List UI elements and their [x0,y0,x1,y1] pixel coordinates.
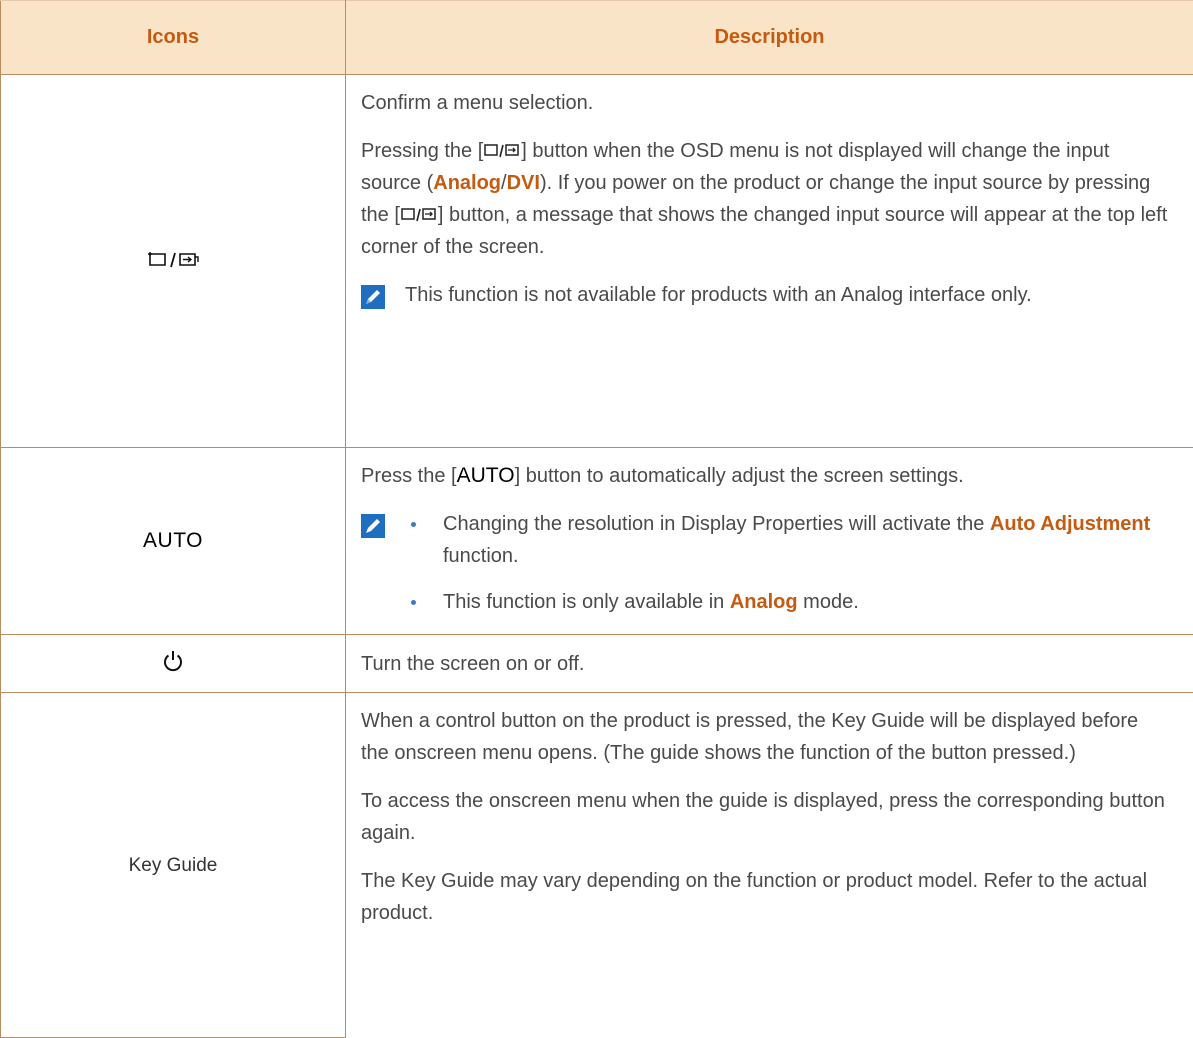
note-icon [361,285,385,309]
source-enter-icon [1,75,346,448]
note-list: Changing the resolution in Display Prope… [405,508,1169,618]
auto-text: Press the [AUTO] button to automatically… [361,460,1169,492]
power-description: Turn the screen on or off. [346,635,1193,693]
button-description-table: Icons Description Confirm a menu selecti… [0,0,1193,1038]
table-row-power: Turn the screen on or off. [1,635,1193,693]
power-icon-cell [1,635,346,693]
table-header-row: Icons Description [1,1,1193,75]
note-icon [361,514,385,538]
source-enter-text: Pressing the [] button when the OSD menu… [361,135,1169,263]
table-row-key-guide: Key Guide When a control button on the p… [1,693,1193,1038]
auto-description: Press the [AUTO] button to automatically… [346,448,1193,635]
source-enter-inline-icon [400,206,438,224]
table-row-source-enter: Confirm a menu selection. Pressing the [… [1,75,1193,448]
list-item: This function is only available in Analo… [405,586,1169,618]
header-icons: Icons [1,1,346,75]
key-guide-text-2: To access the onscreen menu when the gui… [361,785,1169,849]
source-enter-description: Confirm a menu selection. Pressing the [… [346,75,1193,448]
note-text: This function is not available for produ… [405,279,1169,311]
key-guide-text-1: When a control button on the product is … [361,705,1169,769]
confirm-text: Confirm a menu selection. [361,87,1169,119]
auto-icon-cell: AUTO [1,448,346,635]
note: Changing the resolution in Display Prope… [361,508,1169,618]
note: This function is not available for produ… [361,279,1169,311]
table-row-auto: AUTO Press the [AUTO] button to automati… [1,448,1193,635]
key-guide-cell: Key Guide [1,693,346,1038]
source-enter-inline-icon [483,142,521,160]
source-enter-icon-glyph [146,250,200,270]
key-guide-text-3: The Key Guide may vary depending on the … [361,865,1169,929]
key-guide-label: Key Guide [129,855,218,876]
power-icon [162,649,184,673]
header-description: Description [346,1,1193,75]
list-item: Changing the resolution in Display Prope… [405,508,1169,572]
auto-icon: AUTO [143,529,203,552]
key-guide-description: When a control button on the product is … [346,693,1193,1038]
